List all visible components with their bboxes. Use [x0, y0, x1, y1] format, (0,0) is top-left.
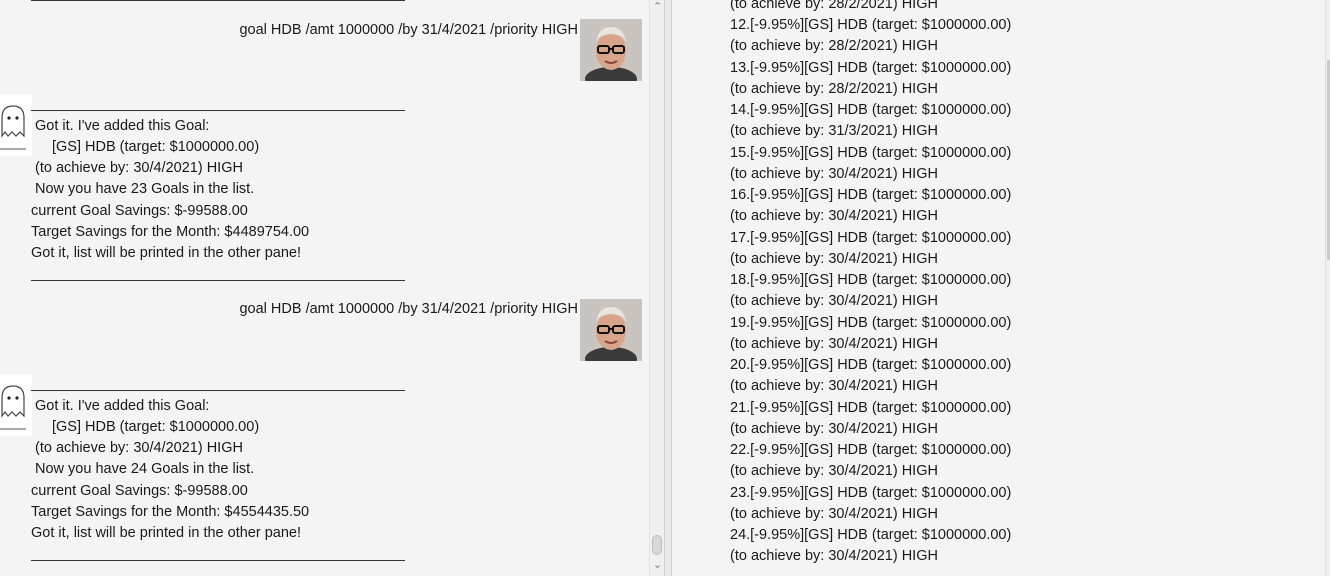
- bot-response-line: current Goal Savings: $-99588.00: [31, 203, 248, 219]
- goal-list-item: 14.[-9.95%][GS] HDB (target: $1000000.00…: [730, 102, 1012, 118]
- ghost-bot-icon: [0, 94, 32, 156]
- goal-list-item: 16.[-9.95%][GS] HDB (target: $1000000.00…: [730, 187, 1012, 203]
- goal-due-line: (to achieve by: 30/4/2021) HIGH: [730, 250, 938, 267]
- goal-list-pane[interactable]: (to achieve by: 28/2/2021) HIGH 12.[-9.9…: [672, 0, 1325, 576]
- goal-due-line: (to achieve by: 30/4/2021) HIGH: [730, 335, 938, 352]
- goal-list-item: 18.[-9.95%][GS] HDB (target: $1000000.00…: [730, 272, 1012, 288]
- goal-list-item: 23.[-9.95%][GS] HDB (target: $1000000.00…: [730, 484, 1012, 501]
- scroll-down-arrow-icon[interactable]: ⌄: [650, 558, 665, 572]
- goal-due-line: (to achieve by: 30/4/2021) HIGH: [730, 378, 938, 395]
- scroll-thumb[interactable]: [652, 535, 662, 555]
- list-scrollbar[interactable]: [1325, 0, 1330, 576]
- message-divider: [31, 0, 405, 1]
- goal-due-line: (to achieve by: 30/4/2021) HIGH: [730, 548, 938, 565]
- goal-list-item: 19.[-9.95%][GS] HDB (target: $1000000.00…: [730, 314, 1012, 331]
- bot-response-line: (to achieve by: 30/4/2021) HIGH: [35, 160, 243, 176]
- bot-response-line: Got it, list will be printed in the othe…: [31, 525, 302, 541]
- bot-response-line: [GS] HDB (target: $1000000.00): [52, 419, 260, 435]
- bot-response-line: Got it. I've added this Goal:: [35, 398, 210, 414]
- goal-due-line: (to achieve by: 30/4/2021) HIGH: [730, 165, 938, 182]
- user-command-text: goal HDB /amt 1000000 /by 31/4/2021 /pri…: [239, 301, 578, 317]
- goal-list-item: 15.[-9.95%][GS] HDB (target: $1000000.00…: [730, 144, 1012, 161]
- goal-due-line: (to achieve by: 30/4/2021) HIGH: [730, 293, 938, 310]
- chat-pane[interactable]: goal HDB /amt 1000000 /by 31/4/2021 /pri…: [0, 0, 649, 576]
- pane-splitter[interactable]: [664, 0, 672, 576]
- message-divider: [31, 390, 405, 391]
- scroll-up-arrow-icon[interactable]: ⌃: [650, 0, 665, 14]
- user-avatar-icon: [580, 299, 642, 361]
- bot-response-line: Target Savings for the Month: $4554435.5…: [31, 504, 310, 520]
- bot-response-line: Now you have 24 Goals in the list.: [35, 461, 255, 477]
- goal-due-line: (to achieve by: 31/3/2021) HIGH: [730, 123, 938, 140]
- bot-response-line: Now you have 23 Goals in the list.: [35, 181, 255, 197]
- bot-response-line: current Goal Savings: $-99588.00: [31, 483, 248, 499]
- goal-due-line: (to achieve by: 28/2/2021) HIGH: [730, 38, 938, 55]
- chat-scrollbar[interactable]: ⌃ ⌄: [649, 0, 665, 576]
- bot-response-line: (to achieve by: 30/4/2021) HIGH: [35, 440, 243, 456]
- message-divider: [31, 560, 405, 561]
- bot-response-line: Got it. I've added this Goal:: [35, 118, 210, 134]
- ghost-bot-icon: [0, 374, 32, 436]
- goal-due-line: (to achieve by: 28/2/2021) HIGH: [730, 80, 938, 97]
- goal-list-item: 21.[-9.95%][GS] HDB (target: $1000000.00…: [730, 399, 1012, 416]
- goal-list-item: 12.[-9.95%][GS] HDB (target: $1000000.00…: [730, 17, 1012, 33]
- bot-response-line: Target Savings for the Month: $4489754.0…: [31, 224, 310, 240]
- goal-due-line: (to achieve by: 30/4/2021) HIGH: [730, 463, 938, 480]
- goal-list-item: 17.[-9.95%][GS] HDB (target: $1000000.00…: [730, 229, 1012, 246]
- goal-list-item: 20.[-9.95%][GS] HDB (target: $1000000.00…: [730, 357, 1012, 373]
- goal-list-item: 24.[-9.95%][GS] HDB (target: $1000000.00…: [730, 527, 1012, 543]
- goal-due-line: (to achieve by: 30/4/2021) HIGH: [730, 420, 938, 437]
- goal-due-line: (to achieve by: 30/4/2021) HIGH: [730, 505, 938, 522]
- goal-list-item: 22.[-9.95%][GS] HDB (target: $1000000.00…: [730, 442, 1012, 458]
- user-avatar-icon: [580, 19, 642, 81]
- message-divider: [31, 280, 405, 281]
- goal-list-item: 13.[-9.95%][GS] HDB (target: $1000000.00…: [730, 59, 1012, 76]
- bot-response-line: Got it, list will be printed in the othe…: [31, 245, 302, 261]
- goal-due-line: (to achieve by: 28/2/2021) HIGH: [730, 0, 938, 12]
- user-command-text: goal HDB /amt 1000000 /by 31/4/2021 /pri…: [239, 22, 578, 38]
- goal-due-line: (to achieve by: 30/4/2021) HIGH: [730, 208, 938, 225]
- bot-response-line: [GS] HDB (target: $1000000.00): [52, 139, 260, 155]
- message-divider: [31, 110, 405, 111]
